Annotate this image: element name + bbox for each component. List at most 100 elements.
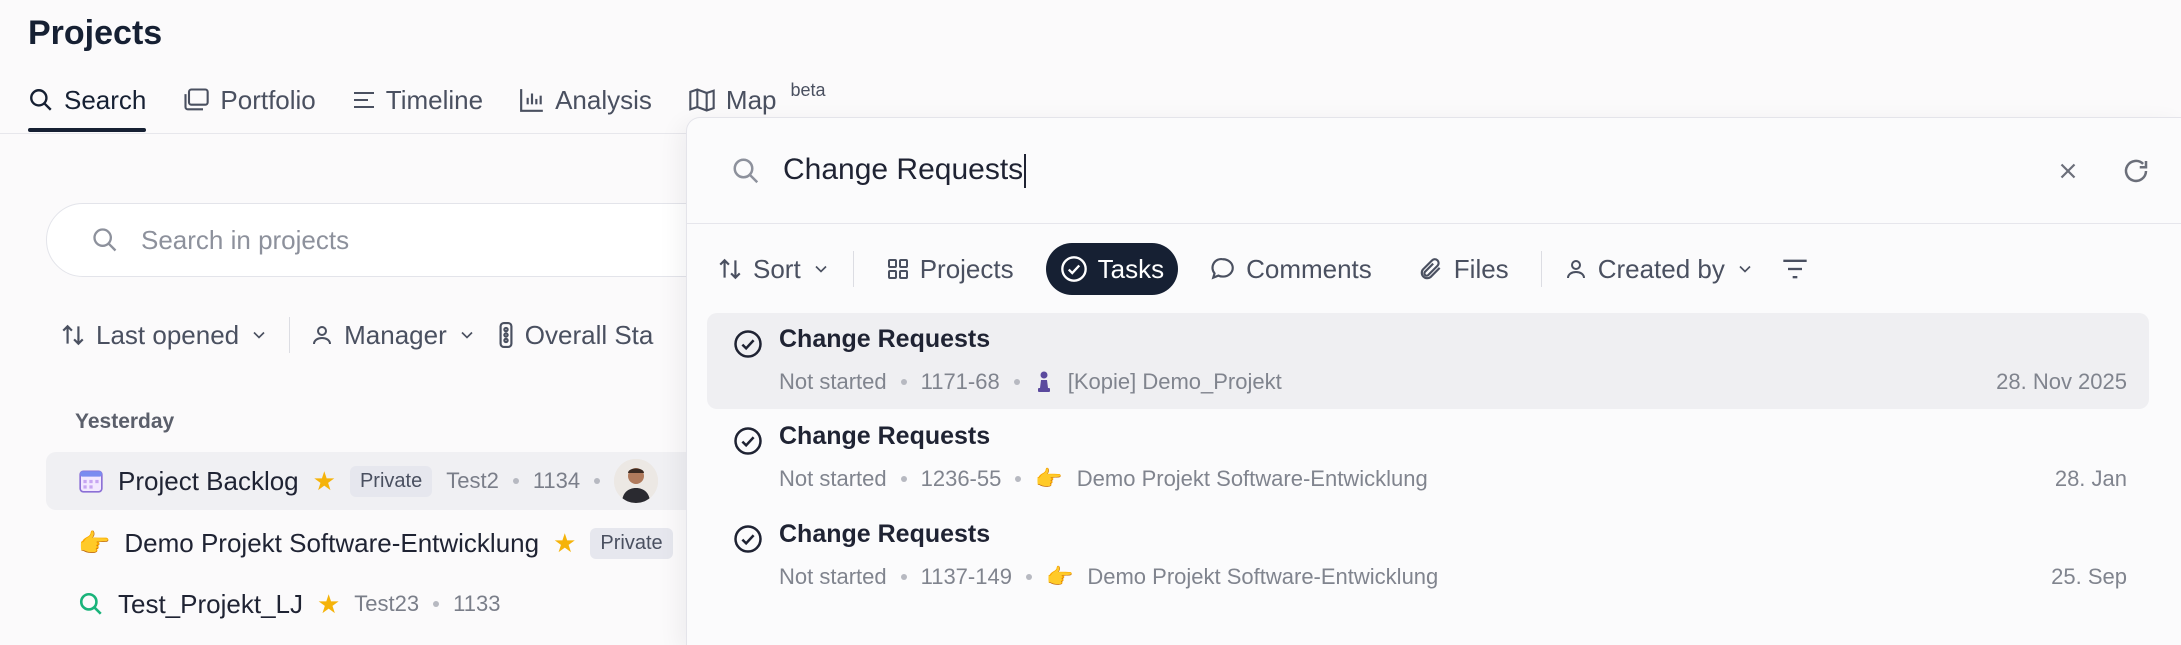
calendar-icon [78, 468, 104, 494]
comment-icon [1210, 256, 1236, 282]
tab-timeline[interactable]: Timeline [352, 76, 483, 124]
more-filters-button[interactable] [1777, 243, 1813, 295]
check-circle-icon [733, 426, 763, 456]
separator-dot [1015, 476, 1022, 482]
separator-dot [900, 379, 907, 385]
sort-label: Last opened [96, 319, 240, 350]
task-meta: Not started 1236-55 👉 Demo Projekt Softw… [779, 466, 1428, 492]
tab-label: Timeline [385, 84, 484, 115]
tab-label: Search [64, 84, 147, 115]
private-badge: Private [590, 527, 673, 559]
star-icon[interactable]: ★ [553, 528, 576, 559]
check-circle-icon [1060, 255, 1088, 283]
project-meta: Test2 [446, 468, 499, 493]
tab-label: Portfolio [220, 84, 316, 115]
tab-analysis[interactable]: Analysis [519, 76, 652, 124]
grid-icon [886, 257, 910, 281]
check-circle-icon [733, 329, 763, 359]
group-label: Yesterday [75, 410, 175, 433]
query-bar[interactable]: Change Requests [687, 118, 2181, 224]
project-row[interactable]: Test_Projekt_LJ ★ Test23 1133 [46, 575, 746, 633]
overall-status-label: Overall Sta [524, 319, 654, 350]
star-icon[interactable]: ★ [313, 466, 336, 497]
timeline-icon [352, 88, 376, 112]
portfolio-icon [182, 87, 210, 113]
person-icon [310, 323, 334, 347]
overall-status-filter[interactable]: Overall Sta [497, 319, 654, 351]
task-project: Demo Projekt Software-Entwicklung [1076, 466, 1428, 491]
project-row[interactable]: Project Backlog ★ Private Test2 1134 [46, 452, 746, 510]
task-date: 28. Jan [2054, 466, 2127, 491]
task-id: 1236-55 [920, 466, 1002, 491]
task-status: Not started [779, 564, 887, 589]
divider [1540, 251, 1542, 287]
query-actions [2055, 118, 2151, 224]
filter-created-by[interactable]: Created by [1560, 243, 1759, 295]
private-badge: Private [349, 465, 433, 497]
task-result[interactable]: Change Requests Not started 1236-55 👉 De… [707, 410, 2149, 506]
map-icon [688, 87, 716, 113]
project-number: 1134 [532, 468, 581, 493]
task-title: Change Requests [779, 520, 991, 548]
task-title: Change Requests [779, 325, 991, 353]
project-number: 1133 [453, 591, 501, 616]
query-text: Change Requests [783, 152, 1024, 186]
tab-label: Map [725, 84, 777, 115]
separator-dot [1025, 574, 1032, 580]
search-icon [28, 87, 54, 113]
pointing-hand-icon: 👉 [78, 527, 111, 558]
search-icon [731, 156, 761, 186]
task-title: Change Requests [779, 422, 991, 450]
tab-search[interactable]: Search [28, 76, 147, 132]
filter-projects[interactable]: Projects [872, 243, 1028, 295]
chip-label: Tasks [1097, 253, 1165, 284]
task-result[interactable]: Change Requests Not started 1137-149 👉 D… [707, 508, 2149, 604]
task-id: 1171-68 [920, 369, 1000, 394]
separator-dot [512, 478, 519, 484]
chevron-down-icon [457, 325, 477, 345]
pointing-hand-icon: 👉 [1045, 564, 1074, 589]
chess-pawn-icon [1034, 370, 1054, 394]
result-filters: Sort Projects Tasks Comments Files Creat… [713, 242, 1813, 296]
chip-label: Created by [1597, 253, 1725, 284]
divider [852, 251, 854, 287]
search-icon [91, 226, 119, 254]
chip-label: Projects [919, 253, 1014, 284]
close-icon[interactable] [2055, 158, 2081, 184]
refresh-icon[interactable] [2121, 156, 2151, 186]
task-meta: Not started 1137-149 👉 Demo Projekt Soft… [779, 564, 1438, 590]
separator-dot [900, 574, 907, 580]
paperclip-icon [1418, 256, 1444, 282]
global-search-panel: Change Requests Sort Projects Tasks Comm… [686, 117, 2181, 645]
query-input[interactable]: Change Requests [783, 152, 1027, 189]
task-status: Not started [779, 466, 887, 491]
task-meta: Not started 1171-68 [Kopie] Demo_Projekt [779, 369, 1282, 395]
tab-portfolio[interactable]: Portfolio [182, 76, 316, 124]
chip-label: Files [1453, 253, 1509, 284]
filter-tasks[interactable]: Tasks [1045, 243, 1179, 295]
search-icon [78, 591, 104, 617]
separator-dot [433, 601, 440, 607]
project-search-input[interactable] [141, 224, 641, 256]
sort-label: Sort [753, 253, 801, 284]
task-date: 28. Nov 2025 [1996, 369, 2127, 394]
sort-icon [717, 256, 743, 282]
sort-last-opened[interactable]: Last opened [60, 320, 269, 351]
project-row[interactable]: 👉 Demo Projekt Software-Entwicklung ★ Pr… [46, 514, 746, 572]
separator-dot [900, 476, 907, 482]
task-project: [Kopie] Demo_Projekt [1067, 369, 1282, 394]
project-name: Test_Projekt_LJ [118, 588, 303, 619]
task-result[interactable]: Change Requests Not started 1171-68 [Kop… [707, 313, 2149, 409]
avatar [614, 459, 659, 503]
filter-comments[interactable]: Comments [1196, 243, 1386, 295]
separator-dot [1013, 379, 1020, 385]
filter-files[interactable]: Files [1404, 243, 1523, 295]
chevron-down-icon [1735, 259, 1755, 279]
beta-badge: beta [790, 79, 826, 100]
sort-button[interactable]: Sort [713, 243, 835, 295]
star-icon[interactable]: ★ [317, 589, 340, 620]
manager-filter[interactable]: Manager [310, 320, 477, 351]
project-search-box[interactable] [46, 203, 746, 277]
analysis-icon [519, 87, 545, 113]
chevron-down-icon [811, 259, 831, 279]
